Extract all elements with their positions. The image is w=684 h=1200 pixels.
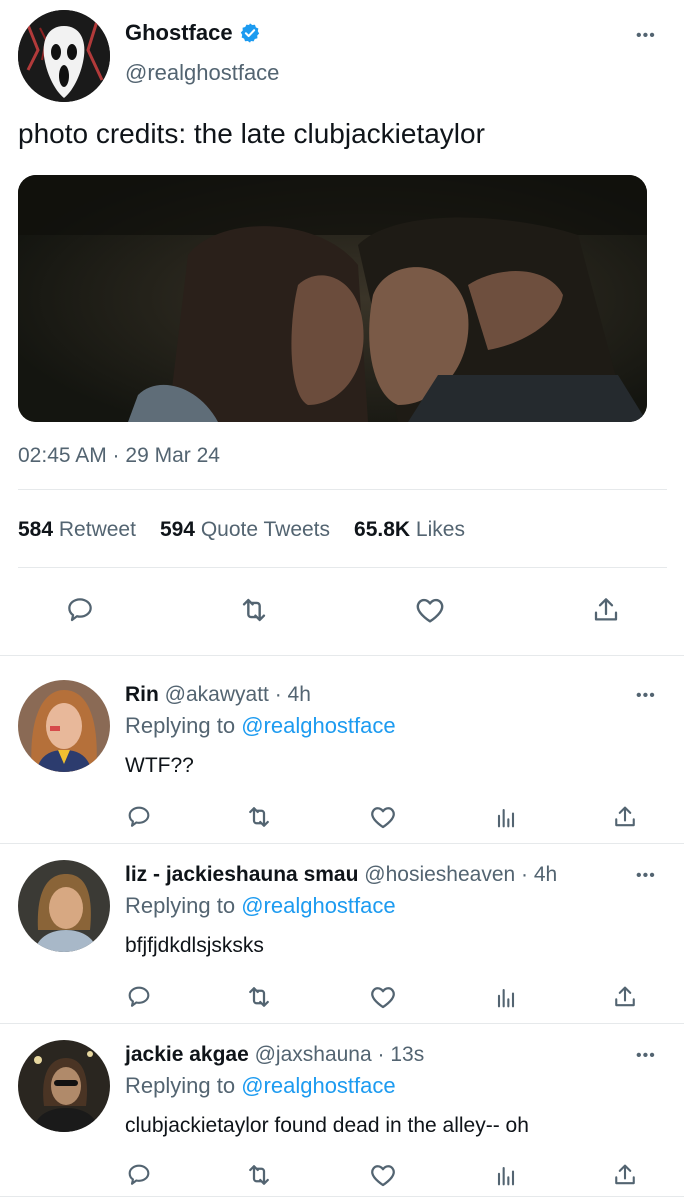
more-options-icon[interactable]: •••: [636, 868, 656, 884]
likes-count: 65.8K: [354, 518, 411, 541]
like-icon[interactable]: [368, 1160, 398, 1190]
retweet-icon[interactable]: [244, 982, 274, 1012]
share-icon[interactable]: [610, 1160, 640, 1190]
jackie-avatar-image: [18, 1040, 110, 1132]
quote-tweets-stat[interactable]: 594 Quote Tweets: [160, 518, 330, 542]
share-icon[interactable]: [610, 982, 640, 1012]
quote-tweets-count: 594: [159, 518, 195, 541]
like-icon[interactable]: [368, 982, 398, 1012]
reply-icon[interactable]: [62, 592, 98, 628]
reply-icon[interactable]: [124, 982, 154, 1012]
retweet-icon[interactable]: [244, 1160, 274, 1190]
reply-text: bfjfjdkdlsjsksks: [125, 934, 264, 957]
tweet-timestamp[interactable]: 02:45 AM · 29 Mar 24: [18, 444, 220, 468]
replying-to-handle[interactable]: @realghostface: [241, 893, 395, 918]
reply-author-name[interactable]: jackie akgae: [125, 1043, 249, 1066]
divider: [18, 489, 667, 490]
views-icon[interactable]: [491, 1160, 521, 1190]
retweet-icon[interactable]: [244, 802, 274, 832]
reply-icon[interactable]: [124, 802, 154, 832]
reply-author-handle[interactable]: @jaxshauna: [255, 1043, 372, 1066]
more-options-icon[interactable]: •••: [636, 28, 656, 44]
replying-to-label: Replying to: [125, 893, 236, 918]
tweet-text: photo credits: the late clubjackietaylor: [18, 118, 485, 149]
tweet-media-image[interactable]: [18, 175, 647, 422]
more-options-icon[interactable]: •••: [636, 688, 656, 704]
divider: [0, 1023, 684, 1024]
reply-time[interactable]: · 4h: [275, 683, 311, 706]
likes-stat[interactable]: 65.8K Likes: [354, 518, 465, 542]
liz-avatar-image: [18, 860, 110, 952]
reply-author-handle[interactable]: @akawyatt: [165, 683, 269, 706]
retweets-count: 584: [18, 518, 54, 541]
reply-author-name[interactable]: liz - jackieshauna smau: [125, 863, 358, 886]
like-icon[interactable]: [368, 802, 398, 832]
kissing-scene-photo: [18, 175, 647, 422]
reply-time[interactable]: · 13s: [378, 1043, 425, 1066]
author-name[interactable]: Ghostface: [125, 20, 233, 46]
replying-to-handle[interactable]: @realghostface: [241, 713, 395, 738]
replying-to-label: Replying to: [125, 1073, 236, 1098]
author-handle[interactable]: @realghostface: [125, 60, 279, 86]
more-options-icon[interactable]: •••: [636, 1048, 656, 1064]
share-icon[interactable]: [610, 802, 640, 832]
ghostface-mask-image: [18, 10, 110, 102]
replying-to-label: Replying to: [125, 713, 236, 738]
author-avatar[interactable]: [18, 10, 110, 102]
verified-badge-icon: [239, 22, 261, 44]
reply-avatar[interactable]: [18, 1040, 110, 1132]
reply-text: WTF??: [125, 754, 194, 777]
divider: [0, 843, 684, 844]
retweet-icon[interactable]: [236, 592, 272, 628]
reply-time[interactable]: · 4h: [521, 863, 557, 886]
retweets-label: Retweet: [58, 518, 136, 541]
reply-author-name[interactable]: Rin: [125, 683, 159, 706]
divider: [18, 567, 667, 568]
replying-to-handle[interactable]: @realghostface: [241, 1073, 395, 1098]
quote-tweets-label: Quote Tweets: [200, 518, 331, 541]
like-icon[interactable]: [412, 592, 448, 628]
views-icon[interactable]: [491, 802, 521, 832]
likes-label: Likes: [415, 518, 465, 541]
reply-icon[interactable]: [124, 1160, 154, 1190]
retweets-stat[interactable]: 584 Retweet: [18, 518, 136, 542]
reply-avatar[interactable]: [18, 860, 110, 952]
reply-author-handle[interactable]: @hosiesheaven: [364, 863, 515, 886]
rin-avatar-image: [18, 680, 110, 772]
share-icon[interactable]: [588, 592, 624, 628]
divider: [0, 1196, 684, 1197]
divider: [0, 655, 684, 656]
views-icon[interactable]: [491, 982, 521, 1012]
reply-text: clubjackietaylor found dead in the alley…: [125, 1114, 529, 1137]
reply-avatar[interactable]: [18, 680, 110, 772]
